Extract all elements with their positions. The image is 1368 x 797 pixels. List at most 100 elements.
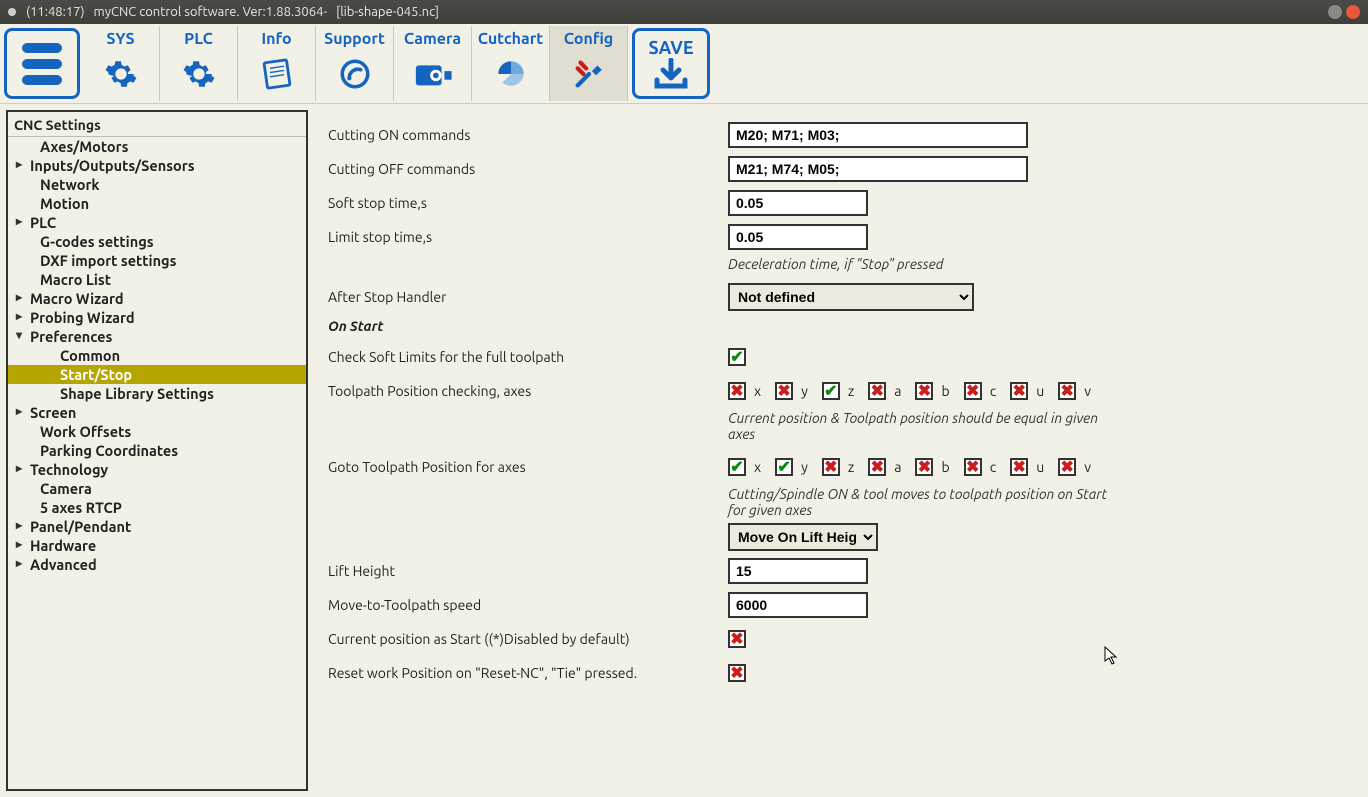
limit-stop-input[interactable] [728,224,868,250]
check-soft-checkbox[interactable]: ✔ [728,348,746,366]
tree-item-advanced[interactable]: Advanced [8,555,306,574]
goto-axis-b-checkbox[interactable]: ✖ [915,458,933,476]
tree-item-panel-pendant[interactable]: Panel/Pendant [8,517,306,536]
tree-item-technology[interactable]: Technology [8,460,306,479]
window-indicator [8,8,16,16]
goto-axis-a-checkbox[interactable]: ✖ [868,458,886,476]
reset-work-checkbox[interactable]: ✖ [728,664,746,682]
goto-axis-u-label: u [1036,459,1044,475]
tab-camera[interactable]: Camera [394,26,472,101]
tab-label: Info [238,30,315,48]
goto-axis-c-label: c [990,459,997,475]
tab-label: Config [550,30,627,48]
plc-icon [160,50,237,98]
pos-check-axis-z-label: z [848,383,854,399]
tree-item-screen[interactable]: Screen [8,403,306,422]
tree-item-common[interactable]: Common [8,346,306,365]
main-toolbar: SYSPLCInfoSupportCameraCutchartConfig SA… [0,24,1368,104]
tree-item-shape-library-settings[interactable]: Shape Library Settings [8,384,306,403]
camera-icon [394,50,471,98]
tab-label: Cutchart [472,30,549,48]
cutting-on-label: Cutting ON commands [328,127,728,143]
tree-item-inputs-outputs-sensors[interactable]: Inputs/Outputs/Sensors [8,156,306,175]
cutting-off-input[interactable] [728,156,1028,182]
decel-note: Deceleration time, if "Stop" pressed [728,256,1128,272]
pos-check-axis-b-label: b [941,383,949,399]
tree-item-axes-motors[interactable]: Axes/Motors [8,137,306,156]
settings-tree[interactable]: CNC Settings Axes/MotorsInputs/Outputs/S… [6,110,308,791]
support-icon [316,50,393,98]
pos-check-axis-v-label: v [1084,383,1091,399]
pos-check-axis-a-label: a [894,383,901,399]
goto-axis-v-checkbox[interactable]: ✖ [1058,458,1076,476]
tree-item-preferences[interactable]: Preferences [8,327,306,346]
settings-panel: Cutting ON commands Cutting OFF commands… [314,110,1362,791]
after-stop-label: After Stop Handler [328,289,728,305]
goto-axis-x-checkbox[interactable]: ✔ [728,458,746,476]
goto-axis-u-checkbox[interactable]: ✖ [1010,458,1028,476]
pos-check-axis-b-checkbox[interactable]: ✖ [915,382,933,400]
tree-item-work-offsets[interactable]: Work Offsets [8,422,306,441]
soft-stop-label: Soft stop time,s [328,195,728,211]
tree-item-5-axes-rtcp[interactable]: 5 axes RTCP [8,498,306,517]
move-speed-label: Move-to-Toolpath speed [328,597,728,613]
tab-support[interactable]: Support [316,26,394,101]
tree-item-camera[interactable]: Camera [8,479,306,498]
goto-axis-a-label: a [894,459,901,475]
reset-work-label: Reset work Position on "Reset-NC", "Tie"… [328,665,728,681]
tab-label: SYS [82,30,159,48]
goto-axis-y-checkbox[interactable]: ✔ [775,458,793,476]
pos-check-axis-u-label: u [1036,383,1044,399]
tab-label: Camera [394,30,471,48]
tab-config[interactable]: Config [550,26,628,101]
after-stop-select[interactable]: Not defined [728,283,974,311]
tree-item-hardware[interactable]: Hardware [8,536,306,555]
window-titlebar: (11:48:17) myCNC control software. Ver:1… [0,0,1368,24]
tree-item-network[interactable]: Network [8,175,306,194]
tree-item-macro-list[interactable]: Macro List [8,270,306,289]
cutchart-icon [472,50,549,98]
minimize-button[interactable] [1328,5,1342,19]
tree-item-dxf-import-settings[interactable]: DXF import settings [8,251,306,270]
goto-axis-y-label: y [801,459,808,475]
config-icon [550,50,627,98]
save-button[interactable]: SAVE [632,28,710,99]
move-speed-input[interactable] [728,592,868,618]
goto-axis-z-checkbox[interactable]: ✖ [822,458,840,476]
lift-height-label: Lift Height [328,563,728,579]
goto-axis-v-label: v [1084,459,1091,475]
tree-header: CNC Settings [8,114,306,137]
goto-axis-b-label: b [941,459,949,475]
current-pos-checkbox[interactable]: ✖ [728,630,746,648]
tree-item-g-codes-settings[interactable]: G-codes settings [8,232,306,251]
menu-button[interactable] [4,28,80,99]
sys-icon [82,50,159,98]
pos-check-axis-a-checkbox[interactable]: ✖ [868,382,886,400]
tab-sys[interactable]: SYS [82,26,160,101]
close-button[interactable] [1346,5,1360,19]
pos-check-axis-c-checkbox[interactable]: ✖ [964,382,982,400]
goto-axis-z-label: z [848,459,854,475]
cutting-on-input[interactable] [728,122,1028,148]
pos-check-axis-x-checkbox[interactable]: ✖ [728,382,746,400]
soft-stop-input[interactable] [728,190,868,216]
tree-item-motion[interactable]: Motion [8,194,306,213]
goto-label: Goto Toolpath Position for axes [328,459,728,475]
pos-check-axis-v-checkbox[interactable]: ✖ [1058,382,1076,400]
tree-item-macro-wizard[interactable]: Macro Wizard [8,289,306,308]
tree-item-parking-coordinates[interactable]: Parking Coordinates [8,441,306,460]
tab-cutchart[interactable]: Cutchart [472,26,550,101]
pos-check-axis-y-checkbox[interactable]: ✖ [775,382,793,400]
tab-info[interactable]: Info [238,26,316,101]
pos-check-axis-z-checkbox[interactable]: ✔ [822,382,840,400]
goto-axis-c-checkbox[interactable]: ✖ [964,458,982,476]
lift-height-input[interactable] [728,558,868,584]
window-title: (11:48:17) myCNC control software. Ver:1… [26,5,1328,19]
move-mode-select[interactable]: Move On Lift Heig [728,523,878,551]
tree-item-plc[interactable]: PLC [8,213,306,232]
pos-check-axis-u-checkbox[interactable]: ✖ [1010,382,1028,400]
tree-item-start-stop[interactable]: Start/Stop [8,365,306,384]
tab-plc[interactable]: PLC [160,26,238,101]
download-icon [653,58,689,90]
tree-item-probing-wizard[interactable]: Probing Wizard [8,308,306,327]
